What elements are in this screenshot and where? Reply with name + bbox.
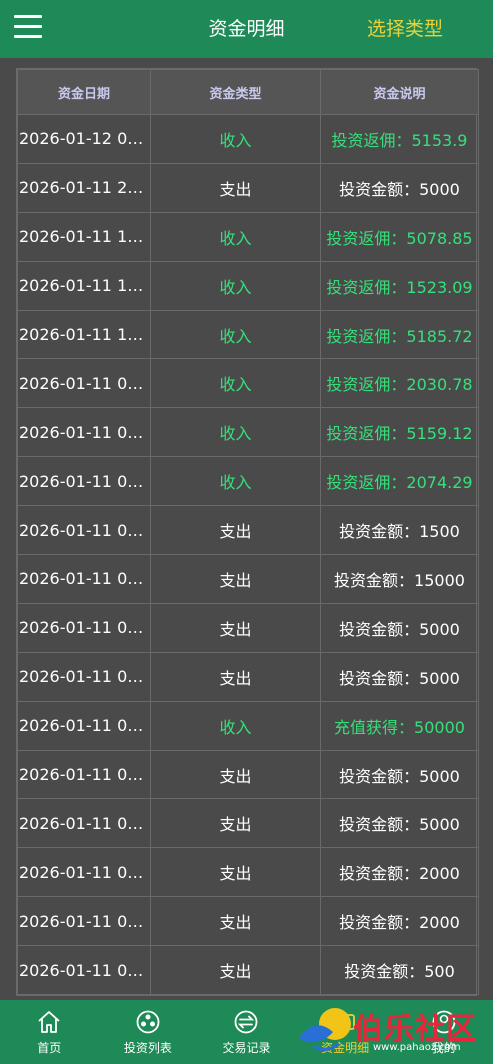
desc-cell: 投资金额：1500 bbox=[320, 505, 479, 556]
date-cell: 2026-01-11 07... bbox=[17, 358, 151, 409]
desc-cell: 投资返佣：1523.09 bbox=[320, 260, 479, 311]
desc-cell: 投资金额：2000 bbox=[320, 896, 479, 947]
type-cell: 收入 bbox=[150, 114, 321, 164]
desc-cell: 投资返佣：2030.78 bbox=[320, 358, 479, 409]
type-cell: 收入 bbox=[150, 700, 321, 751]
nav-item-funds[interactable]: 资金明细 bbox=[296, 1000, 395, 1064]
home-icon bbox=[38, 1010, 60, 1033]
date-cell: 2026-01-11 07... bbox=[17, 407, 151, 458]
exchange-icon bbox=[235, 1010, 258, 1033]
desc-cell: 投资金额：5000 bbox=[320, 651, 479, 702]
menu-icon[interactable] bbox=[14, 15, 42, 41]
funds-table: 资金日期 资金类型 资金说明 2026-01-12 00... 收入 投资返佣：51… bbox=[16, 68, 479, 997]
table-row[interactable]: 2026-01-11 06... 收入 投资返佣：2074.29 bbox=[17, 456, 479, 507]
desc-cell: 投资金额：15000 bbox=[320, 554, 479, 604]
type-cell: 收入 bbox=[150, 407, 321, 458]
desc-cell: 投资返佣：5078.85 bbox=[320, 211, 479, 262]
table-row[interactable]: 2026-01-11 07... 收入 投资返佣：5159.12 bbox=[17, 407, 479, 458]
select-type-button[interactable]: 选择类型 bbox=[367, 0, 443, 58]
table-row[interactable]: 2026-01-11 11... 收入 投资返佣：5185.72 bbox=[17, 309, 479, 360]
date-cell: 2026-01-11 11... bbox=[17, 309, 151, 360]
date-cell: 2026-01-11 04... bbox=[17, 945, 151, 996]
type-cell: 支出 bbox=[150, 896, 321, 947]
type-cell: 收入 bbox=[150, 358, 321, 409]
bottom-nav: 首页 投资列表 交易记录 资金明细 我的 bbox=[0, 1000, 493, 1064]
date-cell: 2026-01-12 00... bbox=[17, 114, 151, 164]
nav-label-funds: 资金明细 bbox=[321, 1040, 370, 1055]
table-row[interactable]: 2026-01-11 04... 支出 投资金额：500 bbox=[17, 945, 479, 996]
column-header-type: 资金类型 bbox=[150, 69, 321, 115]
table-row[interactable]: 2026-01-11 05... 支出 投资金额：15000 bbox=[17, 554, 479, 604]
desc-cell: 投资金额：5000 bbox=[320, 602, 479, 653]
table-row[interactable]: 2026-01-11 07... 收入 投资返佣：2030.78 bbox=[17, 358, 479, 409]
desc-cell: 投资金额：5000 bbox=[320, 798, 479, 849]
top-header: 资金明细 选择类型 bbox=[0, 0, 493, 58]
type-cell: 收入 bbox=[150, 309, 321, 360]
type-cell: 支出 bbox=[150, 749, 321, 800]
column-header-desc: 资金说明 bbox=[320, 69, 479, 115]
table-row[interactable]: 2026-01-11 05... 支出 投资金额：5000 bbox=[17, 602, 479, 653]
date-cell: 2026-01-11 13... bbox=[17, 211, 151, 262]
table-row[interactable]: 2026-01-11 05... 支出 投资金额：5000 bbox=[17, 651, 479, 702]
table-row[interactable]: 2026-01-12 00... 收入 投资返佣：5153.9 bbox=[17, 114, 479, 164]
desc-cell: 投资返佣：5159.12 bbox=[320, 407, 479, 458]
table-row[interactable]: 2026-01-11 04... 支出 投资金额：2000 bbox=[17, 847, 479, 898]
nav-item-home[interactable]: 首页 bbox=[0, 1000, 99, 1064]
table-header-row: 资金日期 资金类型 资金说明 bbox=[17, 69, 479, 115]
desc-cell: 投资返佣：5153.9 bbox=[320, 114, 479, 164]
date-cell: 2026-01-11 05... bbox=[17, 749, 151, 800]
type-cell: 收入 bbox=[150, 456, 321, 507]
table-row[interactable]: 2026-01-11 04... 支出 投资金额：2000 bbox=[17, 896, 479, 947]
type-cell: 支出 bbox=[150, 945, 321, 996]
nav-item-mine[interactable]: 我的 bbox=[394, 1000, 493, 1064]
date-cell: 2026-01-11 04... bbox=[17, 798, 151, 849]
type-cell: 收入 bbox=[150, 260, 321, 311]
nav-label-invest-list: 投资列表 bbox=[123, 1040, 172, 1055]
nav-item-trade-records[interactable]: 交易记录 bbox=[197, 1000, 296, 1064]
table-row[interactable]: 2026-01-11 13... 收入 投资返佣：5078.85 bbox=[17, 211, 479, 262]
desc-cell: 投资金额：2000 bbox=[320, 847, 479, 898]
nav-label-home: 首页 bbox=[37, 1040, 62, 1055]
type-cell: 支出 bbox=[150, 651, 321, 702]
date-cell: 2026-01-11 05... bbox=[17, 505, 151, 556]
desc-cell: 投资金额：500 bbox=[320, 945, 479, 996]
type-cell: 支出 bbox=[150, 798, 321, 849]
type-cell: 支出 bbox=[150, 505, 321, 556]
type-cell: 支出 bbox=[150, 162, 321, 213]
column-header-date: 资金日期 bbox=[17, 69, 151, 115]
date-cell: 2026-01-11 05... bbox=[17, 651, 151, 702]
list-icon bbox=[136, 1010, 160, 1033]
type-cell: 支出 bbox=[150, 847, 321, 898]
table-row[interactable]: 2026-01-11 04... 支出 投资金额：5000 bbox=[17, 798, 479, 849]
table-row[interactable]: 2026-01-11 05... 支出 投资金额：5000 bbox=[17, 749, 479, 800]
desc-cell: 投资返佣：2074.29 bbox=[320, 456, 479, 507]
nav-label-mine: 我的 bbox=[431, 1040, 456, 1055]
date-cell: 2026-01-11 05... bbox=[17, 602, 151, 653]
date-cell: 2026-01-11 05... bbox=[17, 554, 151, 604]
table-row[interactable]: 2026-01-11 22... 支出 投资金额：5000 bbox=[17, 162, 479, 213]
table-row[interactable]: 2026-01-11 05... 收入 充值获得：50000 bbox=[17, 700, 479, 751]
date-cell: 2026-01-11 22... bbox=[17, 162, 151, 213]
user-icon bbox=[432, 1010, 456, 1033]
nav-item-invest-list[interactable]: 投资列表 bbox=[99, 1000, 198, 1064]
date-cell: 2026-01-11 11... bbox=[17, 260, 151, 311]
desc-cell: 投资金额：5000 bbox=[320, 749, 479, 800]
nav-label-trade-records: 交易记录 bbox=[222, 1040, 271, 1055]
desc-cell: 投资金额：5000 bbox=[320, 162, 479, 213]
type-cell: 支出 bbox=[150, 602, 321, 653]
date-cell: 2026-01-11 06... bbox=[17, 456, 151, 507]
table-row[interactable]: 2026-01-11 05... 支出 投资金额：1500 bbox=[17, 505, 479, 556]
date-cell: 2026-01-11 05... bbox=[17, 700, 151, 751]
date-cell: 2026-01-11 04... bbox=[17, 847, 151, 898]
table-row[interactable]: 2026-01-11 11... 收入 投资返佣：1523.09 bbox=[17, 260, 479, 311]
date-cell: 2026-01-11 04... bbox=[17, 896, 151, 947]
desc-cell: 投资返佣：5185.72 bbox=[320, 309, 479, 360]
funds-icon bbox=[335, 1013, 355, 1030]
type-cell: 支出 bbox=[150, 554, 321, 604]
desc-cell: 充值获得：50000 bbox=[320, 700, 479, 751]
type-cell: 收入 bbox=[150, 211, 321, 262]
